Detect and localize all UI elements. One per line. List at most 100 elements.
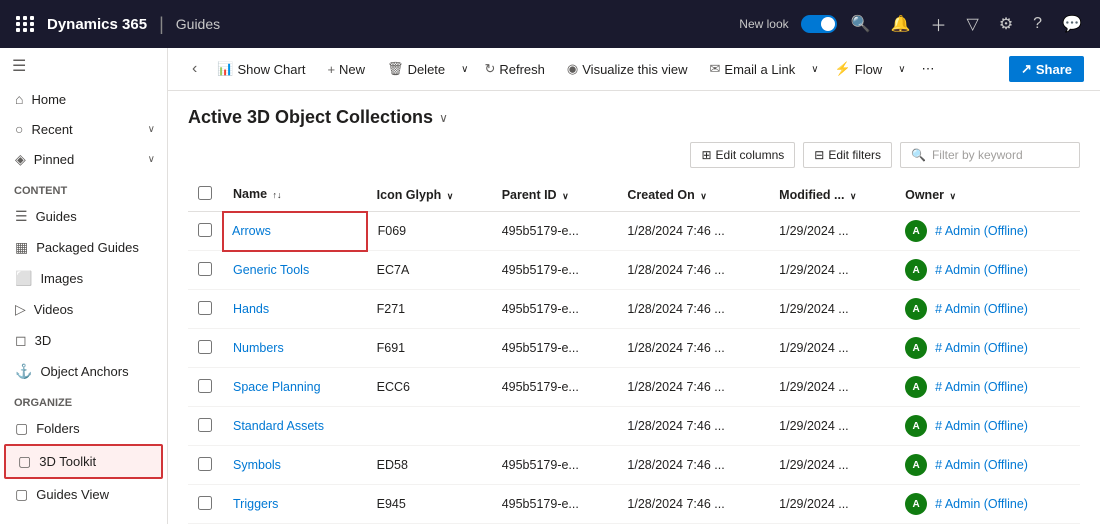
row-parent-id: 495b5179-e...	[492, 368, 618, 407]
row-checkbox-cell[interactable]	[188, 485, 223, 524]
col-header-parent-id[interactable]: Parent ID ∨	[492, 178, 618, 212]
sort-icon-name: ↑↓	[273, 190, 282, 200]
new-look-toggle[interactable]	[801, 15, 837, 33]
row-name[interactable]: Symbols	[223, 446, 367, 485]
row-name[interactable]: Hands	[223, 290, 367, 329]
search-icon: 🔍	[911, 148, 926, 162]
back-button[interactable]: ‹	[184, 56, 205, 82]
plus-icon[interactable]: ＋	[925, 8, 953, 40]
delete-button[interactable]: 🗑 Delete	[377, 56, 455, 82]
row-checkbox-cell[interactable]	[188, 329, 223, 368]
row-checkbox[interactable]	[198, 223, 212, 237]
row-name[interactable]: Arrows	[223, 212, 367, 251]
row-name[interactable]: Triggers	[223, 485, 367, 524]
share-button[interactable]: ↗ Share	[1009, 56, 1084, 82]
show-chart-button[interactable]: 📊 Show Chart	[207, 56, 315, 82]
table-row: ArrowsF069495b5179-e...1/28/2024 7:46 ..…	[188, 212, 1080, 251]
row-checkbox[interactable]	[198, 418, 212, 432]
filter-input[interactable]: 🔍 Filter by keyword	[900, 142, 1080, 168]
filter-icon[interactable]: ▽	[961, 10, 985, 38]
delete-chevron[interactable]: ∨	[457, 59, 472, 80]
row-checkbox-cell[interactable]	[188, 290, 223, 329]
row-checkbox-cell[interactable]	[188, 212, 223, 251]
app-grid-button[interactable]	[12, 12, 39, 36]
select-all-header[interactable]	[188, 178, 223, 212]
row-checkbox[interactable]	[198, 379, 212, 393]
row-owner[interactable]: A# Admin (Offline)	[895, 212, 1080, 251]
guides-view-icon: ▢	[15, 486, 28, 503]
row-created-on: 1/28/2024 7:46 ...	[617, 212, 769, 251]
row-checkbox[interactable]	[198, 262, 212, 276]
select-all-checkbox[interactable]	[198, 186, 212, 200]
edit-columns-button[interactable]: ⊞ Edit columns	[690, 142, 795, 168]
row-checkbox[interactable]	[198, 301, 212, 315]
help-icon[interactable]: ?	[1027, 11, 1048, 37]
email-icon: ✉	[710, 61, 721, 77]
sidebar-item-object-anchors[interactable]: ⚓ Object Anchors	[0, 356, 167, 387]
visualize-button[interactable]: ◉ Visualize this view	[557, 56, 698, 82]
col-header-icon-glyph[interactable]: Icon Glyph ∨	[367, 178, 492, 212]
sidebar-item-videos[interactable]: ▷ Videos	[0, 294, 167, 325]
module-name[interactable]: Guides	[176, 16, 220, 32]
search-icon[interactable]: 🔍	[845, 10, 877, 38]
row-owner[interactable]: A# Admin (Offline)	[895, 446, 1080, 485]
hamburger-button[interactable]: ☰	[0, 48, 167, 84]
row-name[interactable]: Space Planning	[223, 368, 367, 407]
row-owner[interactable]: A# Admin (Offline)	[895, 290, 1080, 329]
row-checkbox-cell[interactable]	[188, 368, 223, 407]
sidebar-item-home[interactable]: ⌂ Home	[0, 84, 167, 114]
row-checkbox-cell[interactable]	[188, 251, 223, 290]
row-owner[interactable]: A# Admin (Offline)	[895, 329, 1080, 368]
sidebar-item-guides[interactable]: ☰ Guides	[0, 201, 167, 232]
edit-filters-label: Edit filters	[828, 148, 881, 162]
row-checkbox[interactable]	[198, 340, 212, 354]
refresh-button[interactable]: ↻ Refresh	[474, 56, 554, 82]
layout: ☰ ⌂ Home ○ Recent ∨ ◈ Pinned ∨ Content ☰…	[0, 48, 1100, 524]
row-name[interactable]: Standard Assets	[223, 407, 367, 446]
sidebar-item-3d-toolkit[interactable]: ▢ 3D Toolkit	[4, 444, 163, 479]
folder-icon: ▢	[15, 420, 28, 437]
data-table: Name ↑↓ Icon Glyph ∨ Parent ID ∨ Cr	[188, 178, 1080, 524]
flow-chevron[interactable]: ∨	[894, 59, 909, 80]
3d-icon: ◻	[15, 332, 27, 349]
sidebar-item-pinned-label: Pinned	[34, 152, 74, 167]
sidebar-item-pinned[interactable]: ◈ Pinned ∨	[0, 144, 167, 175]
images-icon: ⬜	[15, 270, 32, 287]
new-icon: +	[327, 62, 335, 77]
sort-icon-owner: ∨	[950, 191, 957, 201]
new-button[interactable]: + New	[317, 57, 375, 82]
col-header-owner[interactable]: Owner ∨	[895, 178, 1080, 212]
sidebar-item-recent[interactable]: ○ Recent ∨	[0, 114, 167, 144]
row-owner[interactable]: A# Admin (Offline)	[895, 251, 1080, 290]
row-checkbox[interactable]	[198, 496, 212, 510]
sidebar-item-packaged-guides[interactable]: ▦ Packaged Guides	[0, 232, 167, 263]
edit-filters-button[interactable]: ⊟ Edit filters	[803, 142, 892, 168]
row-name[interactable]: Generic Tools	[223, 251, 367, 290]
row-owner[interactable]: A# Admin (Offline)	[895, 485, 1080, 524]
toolkit-icon: ▢	[18, 453, 31, 470]
sidebar-item-images[interactable]: ⬜ Images	[0, 263, 167, 294]
table-toolbar: ⊞ Edit columns ⊟ Edit filters 🔍 Filter b…	[188, 142, 1080, 168]
col-header-modified[interactable]: Modified ... ∨	[769, 178, 895, 212]
col-header-name[interactable]: Name ↑↓	[223, 178, 367, 212]
email-button[interactable]: ✉ Email a Link	[700, 56, 806, 82]
sidebar-item-guides-view[interactable]: ▢ Guides View	[0, 479, 167, 510]
chat-icon[interactable]: 💬	[1056, 10, 1088, 38]
row-checkbox-cell[interactable]	[188, 407, 223, 446]
settings-icon[interactable]: ⚙	[993, 10, 1019, 38]
toolbar: ‹ 📊 Show Chart + New 🗑 Delete ∨ ↻ Refres…	[168, 48, 1100, 91]
row-name[interactable]: Numbers	[223, 329, 367, 368]
sidebar-item-folders[interactable]: ▢ Folders	[0, 413, 167, 444]
row-checkbox-cell[interactable]	[188, 446, 223, 485]
email-chevron[interactable]: ∨	[807, 59, 822, 80]
row-owner[interactable]: A# Admin (Offline)	[895, 368, 1080, 407]
col-header-created-on[interactable]: Created On ∨	[617, 178, 769, 212]
more-button[interactable]: ⋯	[912, 56, 945, 82]
flow-button[interactable]: ⚡ Flow	[825, 56, 893, 82]
bell-icon[interactable]: 🔔	[885, 10, 917, 38]
view-title-chevron[interactable]: ∨	[439, 111, 448, 125]
brand-name[interactable]: Dynamics 365	[47, 16, 147, 33]
row-checkbox[interactable]	[198, 457, 212, 471]
row-owner[interactable]: A# Admin (Offline)	[895, 407, 1080, 446]
sidebar-item-3d[interactable]: ◻ 3D	[0, 325, 167, 356]
